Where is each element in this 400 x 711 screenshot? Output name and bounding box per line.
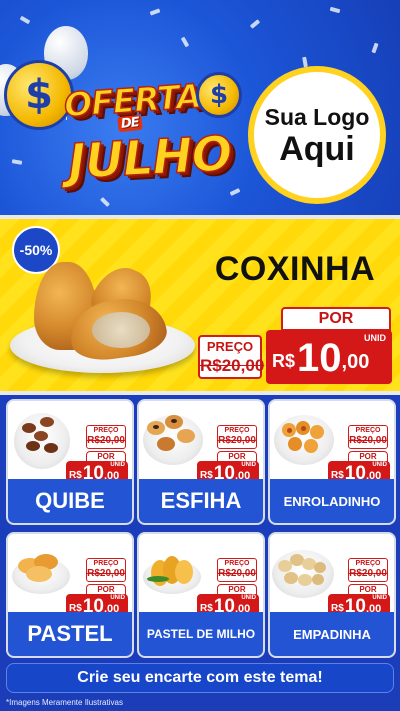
old-price-tag: PREÇO R$20,00	[217, 558, 257, 582]
product-card[interactable]: PREÇO R$20,00 POR R$ 10 ,00 UNID PASTEL	[6, 532, 134, 658]
old-price: R$20,00	[87, 568, 125, 579]
old-price-tag: PREÇO R$20,00	[86, 425, 126, 449]
unit-label: UNID	[241, 462, 256, 468]
product-card[interactable]: PREÇO R$20,00 POR R$ 10 ,00 UNID QUIBE	[6, 399, 134, 525]
preco-label: PREÇO	[206, 339, 254, 354]
food-image	[44, 443, 58, 453]
unit-label: UNID	[364, 333, 386, 343]
confetti	[249, 19, 261, 29]
food-image	[298, 574, 312, 586]
coxinha-filling	[92, 312, 150, 348]
logo-line-2: Aqui	[279, 129, 355, 168]
food-image	[153, 425, 159, 429]
confetti	[329, 6, 341, 14]
old-price-tag: PREÇO R$20,00	[217, 425, 257, 449]
product-name: QUIBE	[8, 479, 132, 523]
por-label: POR	[281, 307, 391, 331]
unit-label: UNID	[372, 595, 387, 601]
food-image	[157, 437, 175, 451]
flyer-page: $ OFERTAS $ DE JULHO Sua Logo Aqui -50% …	[0, 0, 400, 711]
food-image	[312, 574, 324, 585]
product-card[interactable]: PREÇO R$20,00 POR R$ 10 ,00 UNID EMPADIN…	[268, 532, 396, 658]
ofertas-de-julho-logo: OFERTAS $ DE JULHO	[8, 72, 242, 197]
create-flyer-button[interactable]: Crie seu encarte com este tema!	[6, 663, 394, 693]
currency: R$	[272, 351, 296, 371]
preco-label: PREÇO	[224, 560, 250, 567]
food-image	[175, 560, 193, 584]
price-decimal: ,00	[341, 351, 370, 373]
price-integer: 10	[297, 336, 342, 380]
product-name: PASTEL	[8, 612, 132, 656]
product-name: ESFIHA	[139, 479, 263, 523]
disclaimer: *Imagens Meramente Ilustrativas	[6, 698, 123, 707]
header-banner: $ OFERTAS $ DE JULHO Sua Logo Aqui	[0, 0, 400, 215]
confetti	[100, 197, 110, 207]
old-price: R$20,00	[218, 568, 256, 579]
old-price: R$20,00	[349, 568, 387, 579]
confetti	[180, 36, 190, 48]
food-image	[177, 429, 195, 443]
unit-label: UNID	[372, 462, 387, 468]
food-image	[301, 426, 306, 431]
confetti	[371, 42, 379, 54]
old-price: R$20,00	[200, 356, 265, 375]
food-image	[40, 417, 54, 427]
food-image	[34, 431, 48, 441]
old-price: R$20,00	[349, 435, 387, 446]
preco-label: PREÇO	[93, 560, 119, 567]
food-image	[304, 439, 318, 453]
food-image	[26, 566, 52, 582]
product-card[interactable]: PREÇO R$20,00 POR R$ 10 ,00 UNID PASTEL …	[137, 532, 265, 658]
product-name: PASTEL DE MILHO	[139, 612, 263, 656]
food-image	[284, 572, 298, 584]
old-price-tag: PREÇO R$20,00	[348, 425, 388, 449]
food-image	[171, 419, 177, 423]
old-price: R$20,00	[218, 435, 256, 446]
confetti	[19, 15, 31, 25]
product-card[interactable]: PREÇO R$20,00 POR R$ 10 ,00 UNID ESFIHA	[137, 399, 265, 525]
product-card[interactable]: PREÇO R$20,00 POR R$ 10 ,00 UNID ENROLAD…	[268, 399, 396, 525]
unit-label: UNID	[110, 462, 125, 468]
food-image	[314, 562, 326, 573]
featured-product-name: COXINHA	[214, 250, 376, 288]
old-price: R$20,00	[87, 435, 125, 446]
food-image	[288, 437, 302, 451]
featured-price: R$ 10 ,00 UNID	[266, 330, 392, 384]
old-price-tag: PREÇO R$20,00	[348, 558, 388, 582]
preco-label: PREÇO	[93, 427, 119, 434]
julho-title: JULHO	[66, 125, 234, 191]
preco-label: PREÇO	[355, 427, 381, 434]
food-image	[287, 428, 292, 433]
preco-label: PREÇO	[224, 427, 250, 434]
unit-label: UNID	[241, 595, 256, 601]
food-image	[26, 441, 40, 451]
preco-label: PREÇO	[355, 560, 381, 567]
old-price-tag: PREÇO R$20,00	[86, 558, 126, 582]
food-image	[310, 425, 324, 439]
featured-old-price-tag: PREÇO R$20,00	[198, 335, 265, 379]
logo-placeholder[interactable]: Sua Logo Aqui	[248, 66, 386, 204]
dollar-coin-icon: $	[196, 72, 242, 118]
logo-line-1: Sua Logo	[264, 103, 370, 130]
food-image	[147, 576, 169, 582]
product-name: ENROLADINHO	[270, 479, 394, 523]
food-image	[22, 423, 36, 433]
confetti	[149, 8, 161, 16]
unit-label: UNID	[110, 595, 125, 601]
product-name: EMPADINHA	[270, 612, 394, 656]
